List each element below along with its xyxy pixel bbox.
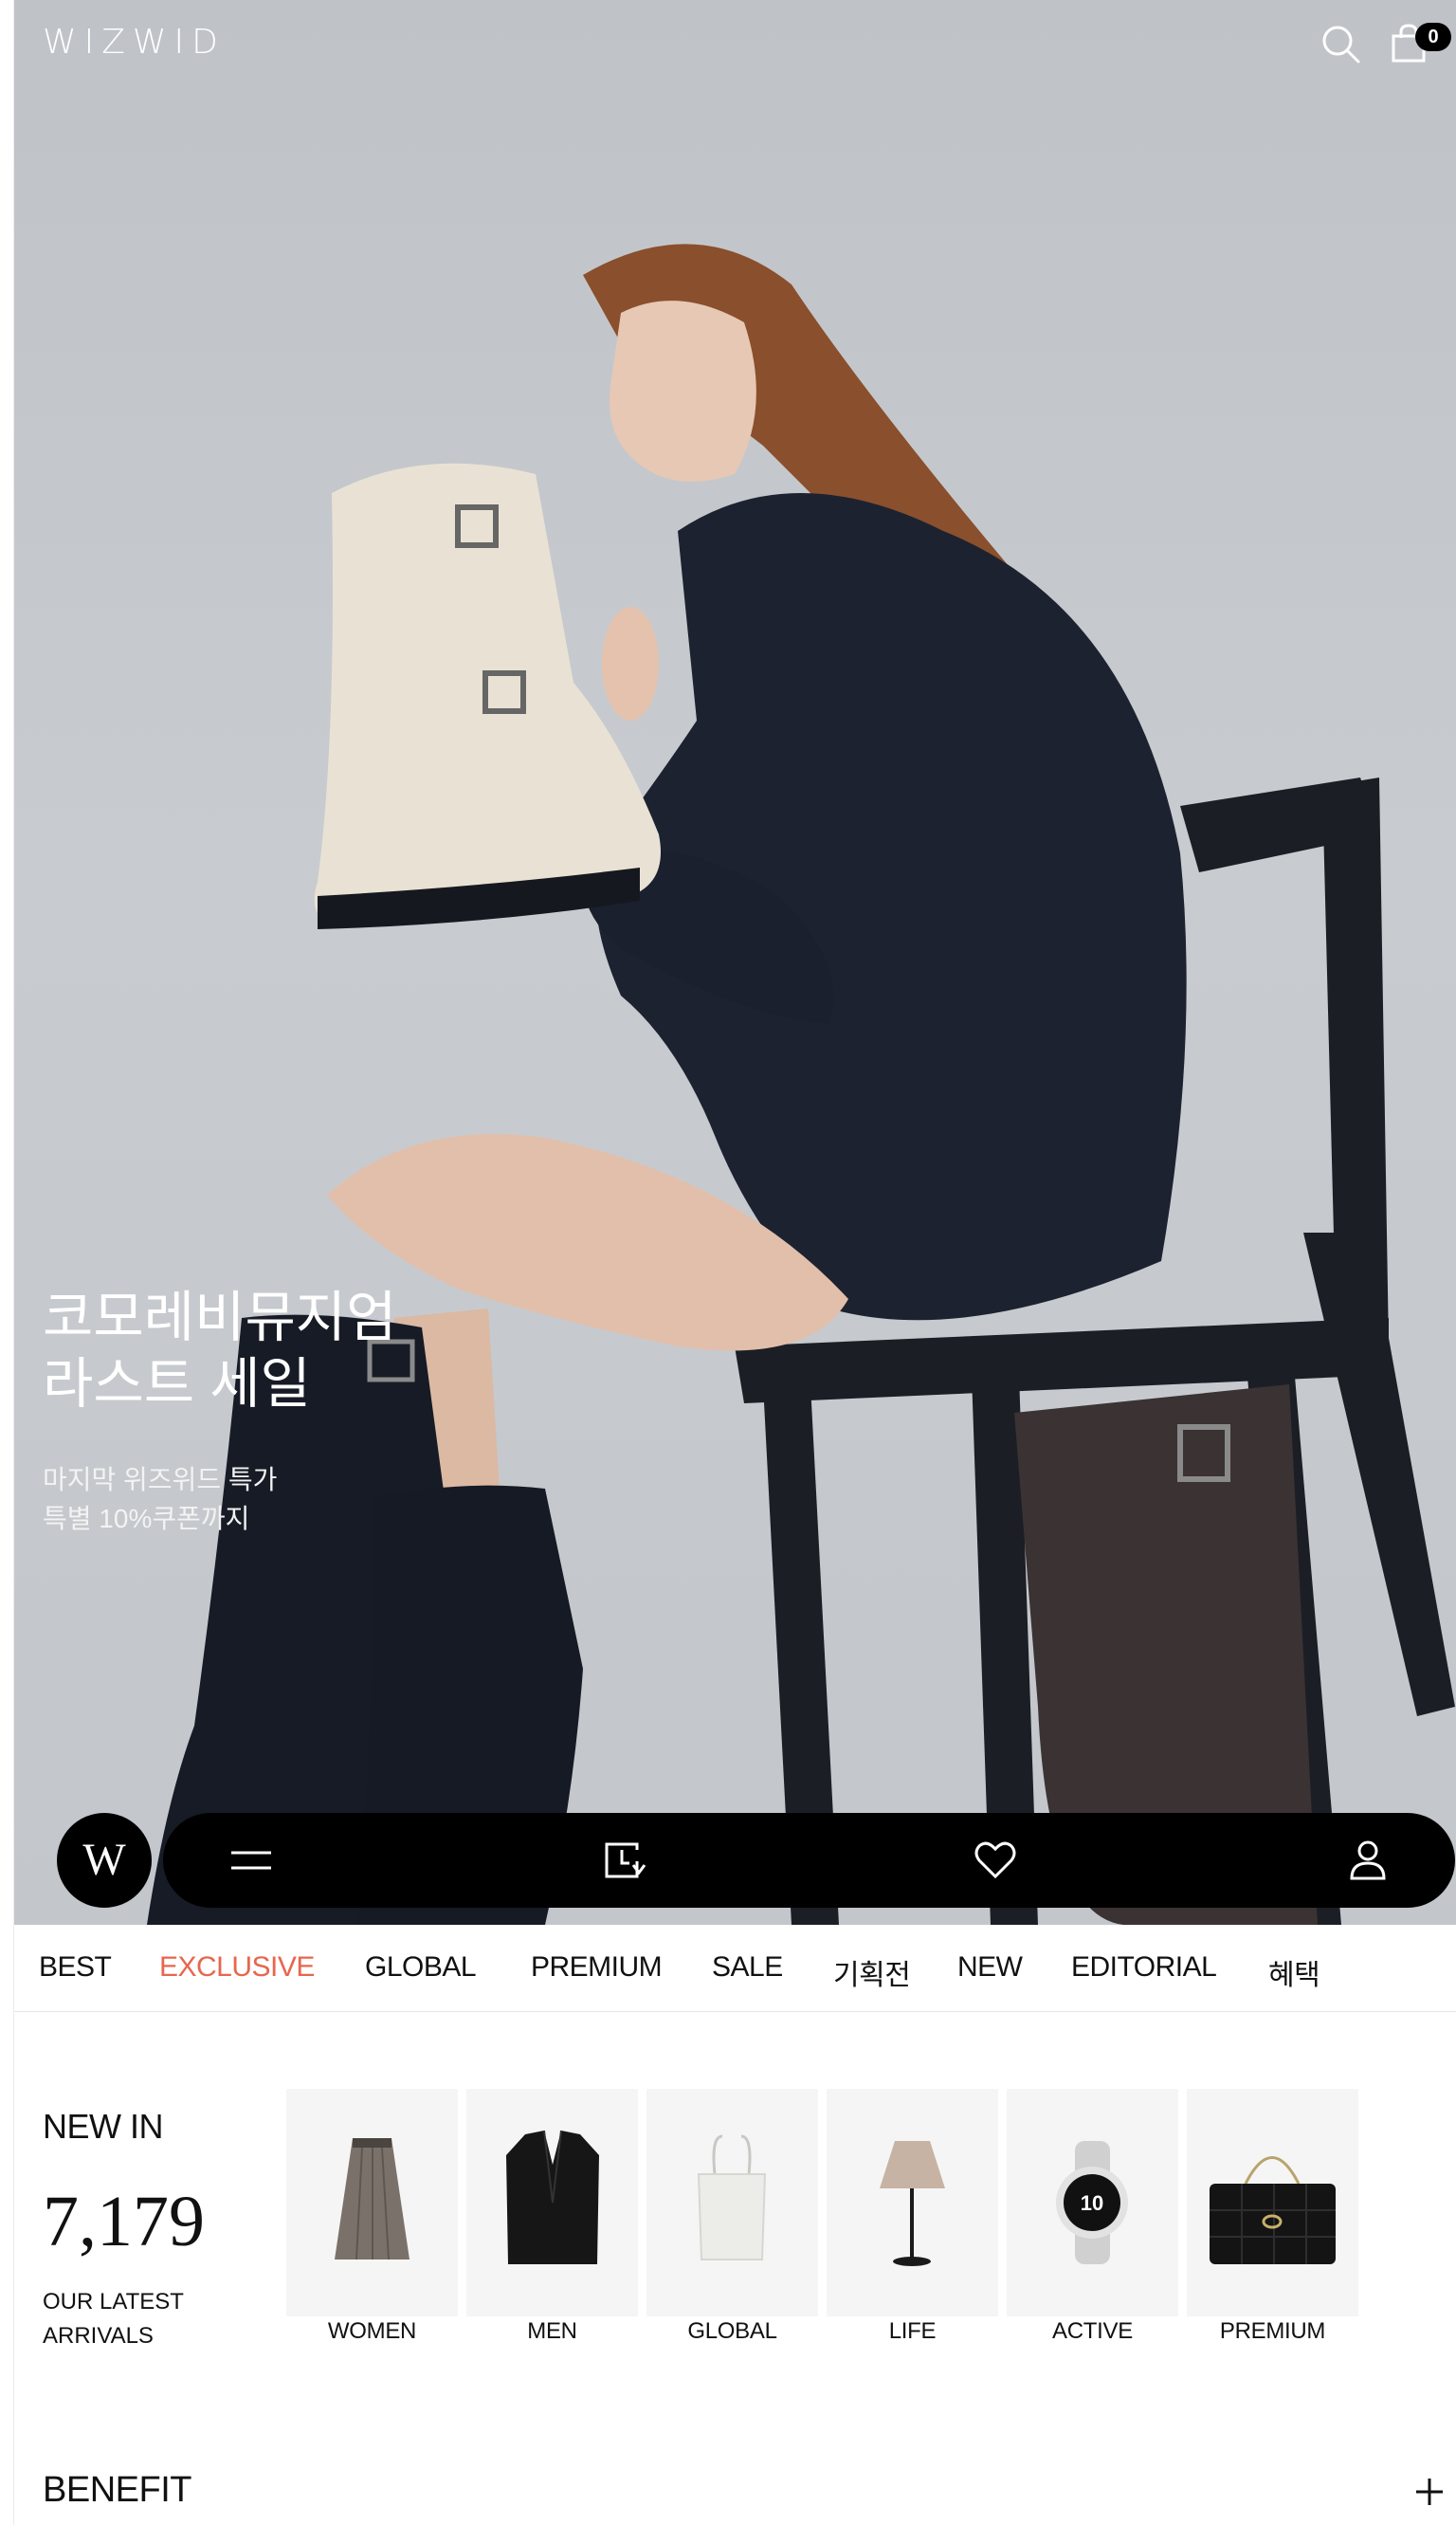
wizwid-logo[interactable]: WIZWID xyxy=(43,23,226,62)
expand-plus-icon[interactable] xyxy=(1412,2475,1447,2509)
new-in-tile-premium[interactable] xyxy=(1187,2089,1358,2316)
svg-text:W: W xyxy=(82,1837,126,1884)
new-in-tile-life[interactable] xyxy=(827,2089,998,2316)
new-in-subtitle-line: OUR LATEST xyxy=(43,2289,184,2315)
tile-label-premium[interactable]: PREMIUM xyxy=(1187,2318,1358,2345)
new-in-tile-men[interactable] xyxy=(466,2089,638,2316)
promo-title-line: 코모레비뮤지엄 xyxy=(43,1287,397,1348)
search-icon[interactable] xyxy=(1318,21,1363,66)
tile-label-global[interactable]: GLOBAL xyxy=(646,2318,818,2345)
tile-label-life[interactable]: LIFE xyxy=(827,2318,998,2345)
category-tab-global[interactable]: GLOBAL xyxy=(365,1951,477,1984)
brand-home-button[interactable]: W xyxy=(57,1813,152,1908)
page-left-edge xyxy=(0,0,14,2525)
category-tab-exhibition[interactable]: 기획전 xyxy=(833,1951,911,1993)
bottom-action-bar xyxy=(163,1813,1455,1908)
benefit-section-title[interactable]: BENEFIT xyxy=(43,2470,191,2511)
promo-subtitle-line: 특별 10%쿠폰까지 xyxy=(43,1504,250,1533)
new-in-subtitle-line: ARRIVALS xyxy=(43,2323,154,2349)
category-tab-sale[interactable]: SALE xyxy=(712,1951,783,1984)
new-in-tile-active[interactable]: 10 xyxy=(1007,2089,1178,2316)
svg-text:10: 10 xyxy=(1081,2191,1103,2215)
category-tab-premium[interactable]: PREMIUM xyxy=(531,1951,663,1984)
tile-label-men[interactable]: MEN xyxy=(466,2318,638,2345)
lamp-icon xyxy=(880,2141,945,2266)
tote-bag-icon xyxy=(697,2134,767,2260)
promo-subtitle-line: 마지막 위즈위드 특가 xyxy=(43,1465,278,1494)
my-account-icon[interactable] xyxy=(1344,1837,1392,1884)
category-nav: BEST EXCLUSIVE GLOBAL PREMIUM SALE 기획전 N… xyxy=(14,1925,1456,2012)
hero-banner[interactable]: WIZWID 0 코모레비뮤지엄 라스트 세일 마지막 위즈위드 특가 특별 1… xyxy=(14,0,1456,1925)
promo-title-line: 라스트 세일 xyxy=(43,1353,311,1415)
w-logo-icon: W xyxy=(82,1837,126,1884)
recent-view-icon[interactable] xyxy=(599,1837,646,1884)
category-tab-editorial[interactable]: EDITORIAL xyxy=(1071,1951,1217,1984)
category-tab-best[interactable]: BEST xyxy=(39,1951,112,1984)
category-tab-exclusive[interactable]: EXCLUSIVE xyxy=(159,1951,315,1984)
new-in-tile-global[interactable] xyxy=(646,2089,818,2316)
category-tab-benefit[interactable]: 혜택 xyxy=(1268,1951,1320,1993)
tile-label-women[interactable]: WOMEN xyxy=(286,2318,458,2345)
promo-subtitle: 마지막 위즈위드 특가 특별 10%쿠폰까지 xyxy=(43,1460,517,1538)
heart-icon[interactable] xyxy=(972,1837,1019,1884)
blazer-icon xyxy=(506,2130,599,2264)
new-in-subtitle: OUR LATEST ARRIVALS xyxy=(43,2285,232,2353)
hero-photo xyxy=(147,244,1455,1925)
skirt-icon xyxy=(335,2138,410,2260)
menu-icon[interactable] xyxy=(228,1837,275,1884)
tile-label-active[interactable]: ACTIVE xyxy=(1007,2318,1178,2345)
new-in-tile-women[interactable] xyxy=(286,2089,458,2316)
cart-count-badge: 0 xyxy=(1415,23,1451,51)
promo-title[interactable]: 코모레비뮤지엄 라스트 세일 xyxy=(43,1285,611,1418)
quilted-bag-icon xyxy=(1210,2156,1336,2264)
new-in-count: 7,179 xyxy=(43,2182,205,2261)
smartwatch-icon: 10 xyxy=(1056,2141,1128,2264)
new-in-title: NEW IN xyxy=(43,2107,164,2146)
category-tab-new[interactable]: NEW xyxy=(957,1951,1023,1984)
